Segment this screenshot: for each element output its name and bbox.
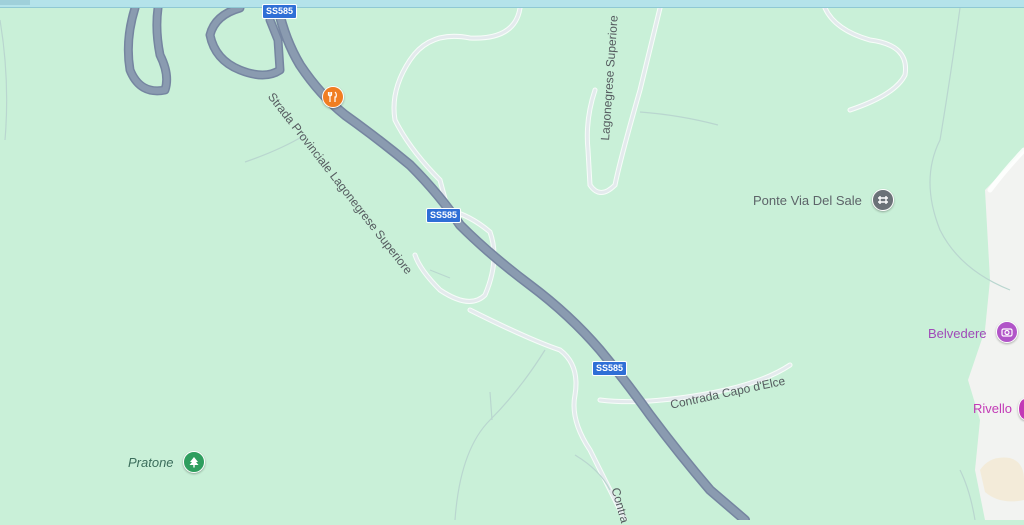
tree-icon[interactable]	[183, 451, 205, 473]
camera-icon[interactable]	[996, 321, 1018, 343]
poi-label-belvedere[interactable]: Belvedere	[928, 326, 987, 341]
highway-shield[interactable]: SS585	[262, 4, 298, 19]
highway-ss585	[123, 3, 750, 520]
poi-label-pratone[interactable]: Pratone	[128, 455, 174, 470]
bridge-icon[interactable]	[872, 189, 894, 211]
poi-label-ponte-via-del-sale[interactable]: Ponte Via Del Sale	[753, 193, 862, 208]
restaurant-icon[interactable]	[322, 86, 344, 108]
minor-road-casing	[391, 5, 1024, 520]
poi-label-rivello[interactable]: Rivello	[973, 401, 1012, 416]
top-bar	[0, 0, 1024, 8]
highway-shield[interactable]: SS585	[426, 208, 462, 223]
minor-roads	[392, 6, 908, 520]
map-canvas[interactable]	[0, 0, 1024, 520]
highway-shield[interactable]: SS585	[592, 361, 628, 376]
top-bar-handle[interactable]	[0, 0, 30, 5]
